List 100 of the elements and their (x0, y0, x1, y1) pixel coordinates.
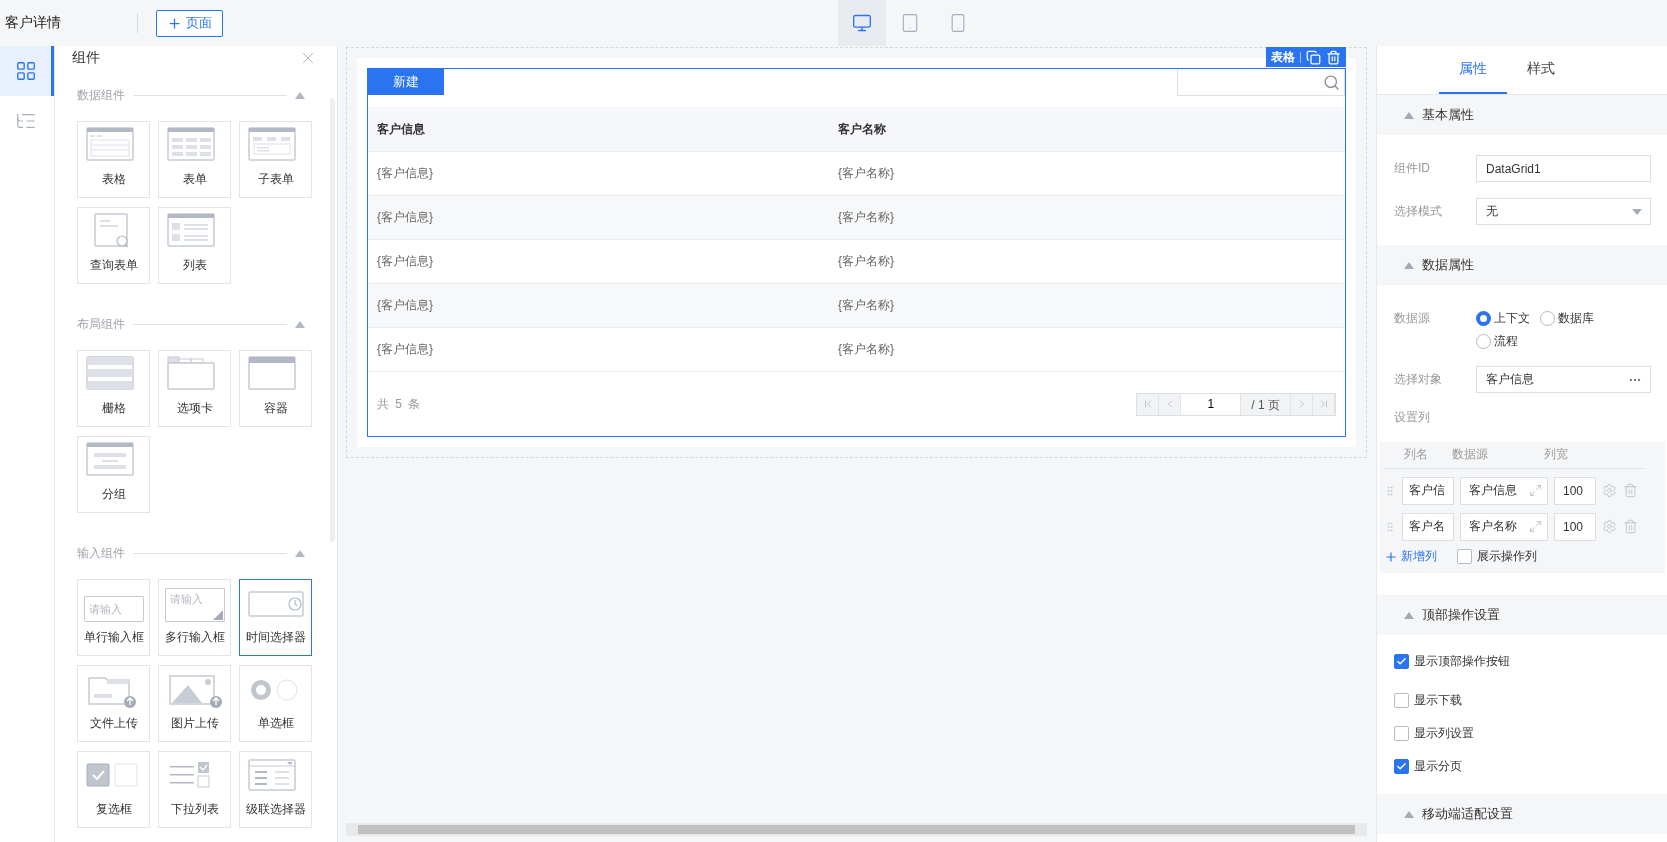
component-card[interactable]: 复选框 (77, 751, 150, 828)
expand-icon[interactable] (1529, 520, 1542, 533)
page-input[interactable]: 1 (1181, 393, 1242, 415)
page-title: 客户详情 (5, 14, 61, 32)
collapse-icon[interactable] (295, 549, 305, 557)
component-card[interactable]: 列表 (158, 207, 231, 284)
component-card[interactable]: 分组 (77, 436, 150, 513)
column-header: 客户信息 (376, 120, 426, 138)
table-component[interactable]: 新建 客户信息 客户名称 {客户信息} {客户名称} {客户信息} {客户名称} {客户信息} {客户名称} {客户信息} {客户名称} {客户信息} {客户名称} 共 5 条 1 / 1 页 (367, 68, 1346, 437)
component-label: 选项卡 (176, 400, 213, 417)
checkbox-option[interactable]: 显示列设置 (1394, 725, 1651, 742)
component-card[interactable]: 表格 (77, 121, 150, 198)
collapse-icon[interactable] (295, 320, 305, 328)
section-header[interactable]: 移动端适配设置 (1377, 794, 1667, 834)
component-card[interactable]: 图片上传 (158, 665, 231, 742)
checkbox[interactable] (1457, 549, 1472, 564)
checkbox[interactable] (1394, 759, 1409, 774)
check-icon (1396, 656, 1407, 667)
table-cell-text: {客户名称} (837, 297, 895, 314)
checkbox-option[interactable]: 显示顶部操作按钮 (1394, 653, 1651, 670)
collapse-icon[interactable] (1404, 810, 1414, 818)
component-tag: 表格 (1271, 48, 1295, 66)
component-card[interactable]: 表单 (158, 121, 231, 198)
section-header[interactable]: 基本属性 (1377, 95, 1667, 135)
drag-handle-icon[interactable] (1384, 484, 1396, 497)
component-card[interactable]: 文件上传 (77, 665, 150, 742)
radio-option[interactable]: 流程 (1476, 333, 1518, 350)
group-title: 数据组件 (77, 86, 125, 104)
collapse-icon[interactable] (1404, 111, 1414, 119)
column-width-field[interactable]: 100 (1554, 512, 1596, 541)
collapse-icon[interactable] (1404, 261, 1414, 269)
component-card[interactable]: 时间选择器 (239, 579, 312, 656)
table-cell-text: {客户信息} (376, 165, 434, 182)
object-field[interactable]: 客户信息 (1476, 366, 1651, 393)
add-column-link[interactable]: 新增列 (1384, 548, 1437, 565)
table-cell-text: {客户信息} (376, 297, 434, 314)
source-value: 客户名称 (1469, 518, 1517, 535)
component-label: 表格 (101, 171, 126, 188)
checkbox-option[interactable]: 显示分页 (1394, 758, 1651, 775)
column-name-field[interactable]: 客户信 (1402, 476, 1454, 505)
settings-icon[interactable] (1602, 483, 1617, 498)
copy-icon[interactable] (1306, 49, 1321, 65)
radio-option[interactable]: 数据库 (1540, 310, 1594, 327)
checkbox[interactable] (1394, 654, 1409, 669)
select-field[interactable]: 无 (1476, 198, 1651, 225)
component-card[interactable]: 单选框 (239, 665, 312, 742)
device-button[interactable] (838, 0, 886, 46)
column-width-field[interactable]: 100 (1554, 476, 1596, 505)
column-heading: 列名 (1404, 446, 1429, 463)
tablet-icon (900, 13, 920, 33)
radio-button[interactable] (1476, 334, 1491, 349)
component-label: 图片上传 (170, 715, 219, 732)
input-field[interactable]: DataGrid1 (1476, 155, 1651, 182)
component-card[interactable]: 查询表单 (77, 207, 150, 284)
checkbox-option[interactable]: 显示下载 (1394, 692, 1651, 709)
checkbox[interactable] (1394, 693, 1409, 708)
section-title: 移动端适配设置 (1422, 805, 1513, 823)
component-card[interactable]: 级联选择器 (239, 751, 312, 828)
table-cell-text: {客户信息} (376, 253, 434, 270)
collapse-icon[interactable] (295, 91, 305, 99)
total-count: 共 5 条 (377, 395, 421, 413)
column-source-field[interactable]: 客户信息 (1460, 476, 1548, 505)
component-card[interactable]: 容器 (239, 350, 312, 427)
table-cell-text: {客户名称} (837, 341, 895, 358)
drag-handle-icon[interactable] (1384, 520, 1396, 533)
rail-tab[interactable] (0, 46, 54, 96)
table-cell-text: {客户名称} (837, 165, 895, 182)
component-card[interactable]: 下拉列表 (158, 751, 231, 828)
select-value: 无 (1486, 203, 1498, 220)
component-card[interactable]: 栅格 (77, 350, 150, 427)
column-heading: 数据源 (1452, 446, 1489, 463)
new-button[interactable]: 新建 (368, 69, 444, 95)
radio-button[interactable] (1476, 311, 1491, 326)
section-header[interactable]: 数据属性 (1377, 245, 1667, 285)
column-name-field[interactable]: 客户名 (1402, 512, 1454, 541)
horizontal-scrollbar[interactable] (346, 823, 1367, 836)
settings-icon[interactable] (1602, 519, 1617, 534)
add-page-button[interactable]: 页面 (156, 9, 223, 37)
checkbox[interactable] (1394, 726, 1409, 741)
table-cell-text: {客户名称} (837, 253, 895, 270)
checkbox-option[interactable]: 展示操作列 (1457, 548, 1537, 565)
component-label: 下拉列表 (170, 801, 219, 818)
radio-option[interactable]: 上下文 (1476, 310, 1530, 327)
resize-corner-icon (212, 610, 223, 620)
plus-icon (167, 15, 182, 31)
radio-button[interactable] (1540, 311, 1555, 326)
component-card[interactable]: 选项卡 (158, 350, 231, 427)
expand-icon[interactable] (1529, 484, 1542, 497)
component-card[interactable]: 请输入 多行输入框 (158, 579, 231, 656)
component-label: 复选框 (95, 801, 132, 818)
component-card[interactable]: 子表单 (239, 121, 312, 198)
delete-icon[interactable] (1326, 49, 1341, 65)
component-label: 多行输入框 (164, 629, 225, 646)
search-field[interactable] (1177, 69, 1345, 96)
component-card[interactable]: 请输入 单行输入框 (77, 579, 150, 656)
collapse-icon[interactable] (1404, 611, 1414, 619)
plus-icon (1384, 549, 1398, 564)
section-header[interactable]: 顶部操作设置 (1377, 595, 1667, 635)
component-label: 容器 (263, 400, 288, 417)
column-source-field[interactable]: 客户名称 (1460, 512, 1548, 541)
